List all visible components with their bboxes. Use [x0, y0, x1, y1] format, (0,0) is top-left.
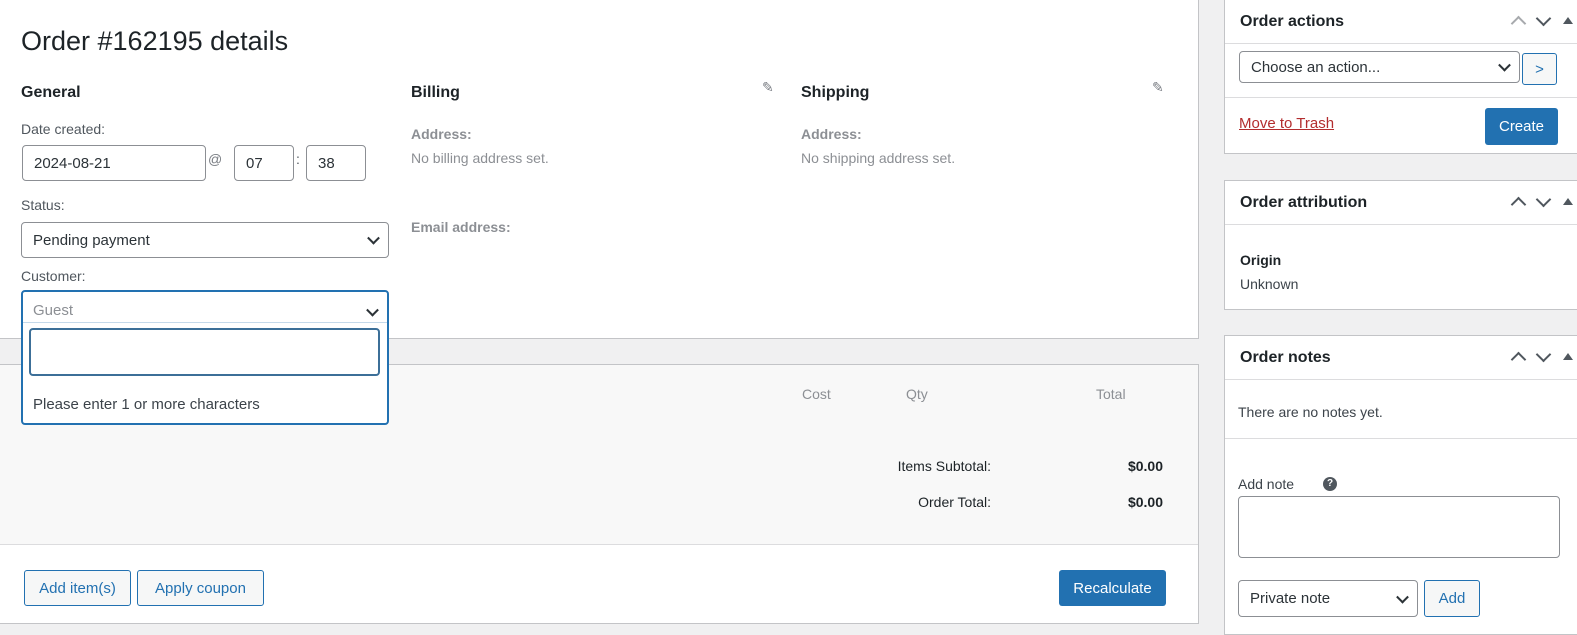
general-heading: General	[21, 84, 81, 101]
order-attribution-box: Order attribution Origin Unknown	[1224, 180, 1577, 310]
chevron-down-icon	[366, 303, 379, 317]
date-input[interactable]: 2024-08-21	[22, 145, 206, 181]
order-action-value: Choose an action...	[1251, 58, 1381, 76]
order-actions-title: Order actions	[1240, 12, 1345, 30]
status-select[interactable]: Pending payment	[21, 222, 389, 258]
chevron-down-icon	[1498, 58, 1511, 72]
origin-value: Unknown	[1240, 276, 1299, 292]
shipping-heading: Shipping	[801, 84, 870, 101]
move-up-icon[interactable]	[1510, 196, 1527, 213]
shipping-address-label: Address:	[801, 126, 862, 142]
add-items-button[interactable]: Add item(s)	[24, 570, 131, 606]
move-up-icon[interactable]	[1510, 15, 1527, 32]
create-button[interactable]: Create	[1485, 108, 1558, 145]
divider	[1225, 97, 1577, 98]
order-data-panel: Order #162195 details General Date creat…	[0, 0, 1199, 339]
status-value: Pending payment	[33, 231, 150, 249]
collapse-toggle-icon[interactable]	[1563, 198, 1573, 205]
move-to-trash-link[interactable]: Move to Trash	[1239, 115, 1334, 132]
apply-action-button[interactable]: >	[1522, 53, 1557, 85]
minute-input[interactable]: 38	[306, 145, 366, 181]
note-type-select[interactable]: Private note	[1238, 580, 1418, 617]
customer-search-input[interactable]	[29, 328, 380, 376]
col-qty: Qty	[906, 386, 928, 402]
divider	[1225, 438, 1577, 439]
hour-input[interactable]: 07	[234, 145, 294, 181]
collapse-toggle-icon[interactable]	[1563, 17, 1573, 24]
billing-email-label: Email address:	[411, 219, 511, 235]
help-icon[interactable]: ?	[1323, 477, 1337, 491]
order-attribution-header[interactable]: Order attribution	[1225, 181, 1577, 225]
order-total-label: Order Total:	[918, 494, 991, 510]
billing-address-label: Address:	[411, 126, 472, 142]
time-colon: :	[296, 151, 300, 167]
origin-label: Origin	[1240, 252, 1282, 268]
col-cost: Cost	[802, 386, 831, 402]
order-notes-title: Order notes	[1240, 348, 1331, 366]
customer-search-hint: Please enter 1 or more characters	[33, 396, 260, 413]
customer-placeholder: Guest	[33, 302, 74, 319]
collapse-toggle-icon[interactable]	[1563, 353, 1573, 360]
note-type-value: Private note	[1250, 590, 1331, 607]
status-label: Status:	[21, 197, 65, 213]
add-note-button[interactable]: Add	[1424, 580, 1480, 617]
edit-shipping-pencil-icon[interactable]: ✎	[1152, 79, 1164, 96]
billing-heading: Billing	[411, 84, 460, 101]
recalculate-button[interactable]: Recalculate	[1059, 570, 1166, 606]
billing-address: No billing address set.	[411, 150, 549, 166]
note-textarea[interactable]	[1238, 496, 1560, 558]
shipping-address: No shipping address set.	[801, 150, 956, 166]
divider	[23, 322, 387, 323]
date-created-label: Date created:	[21, 121, 106, 137]
order-total-value: $0.00	[1127, 494, 1163, 510]
chevron-down-icon	[1396, 590, 1409, 604]
order-notes-box: Order notes There are no notes yet. Add …	[1224, 335, 1577, 635]
subtotal-label: Items Subtotal:	[897, 458, 991, 474]
move-down-icon[interactable]	[1535, 346, 1552, 363]
at-sign: @	[208, 151, 223, 167]
customer-select-open[interactable]: Guest Please enter 1 or more characters	[21, 290, 389, 425]
chevron-down-icon	[367, 231, 380, 245]
col-total: Total	[1096, 386, 1126, 402]
apply-coupon-button[interactable]: Apply coupon	[137, 570, 264, 606]
no-notes-text: There are no notes yet.	[1238, 404, 1383, 420]
add-note-label: Add note	[1238, 476, 1295, 492]
move-down-icon[interactable]	[1535, 191, 1552, 208]
page-title: Order #162195 details	[21, 26, 289, 56]
order-actions-header[interactable]: Order actions	[1225, 0, 1577, 44]
customer-label: Customer:	[21, 268, 86, 284]
move-down-icon[interactable]	[1535, 10, 1552, 27]
order-action-select[interactable]: Choose an action...	[1239, 51, 1520, 83]
move-up-icon[interactable]	[1510, 351, 1527, 368]
order-notes-header[interactable]: Order notes	[1225, 336, 1577, 380]
order-actions-box: Order actions Choose an action... > Move…	[1224, 0, 1577, 154]
subtotal-value: $0.00	[1127, 458, 1163, 474]
edit-billing-pencil-icon[interactable]: ✎	[762, 79, 774, 96]
order-attribution-title: Order attribution	[1240, 193, 1368, 211]
